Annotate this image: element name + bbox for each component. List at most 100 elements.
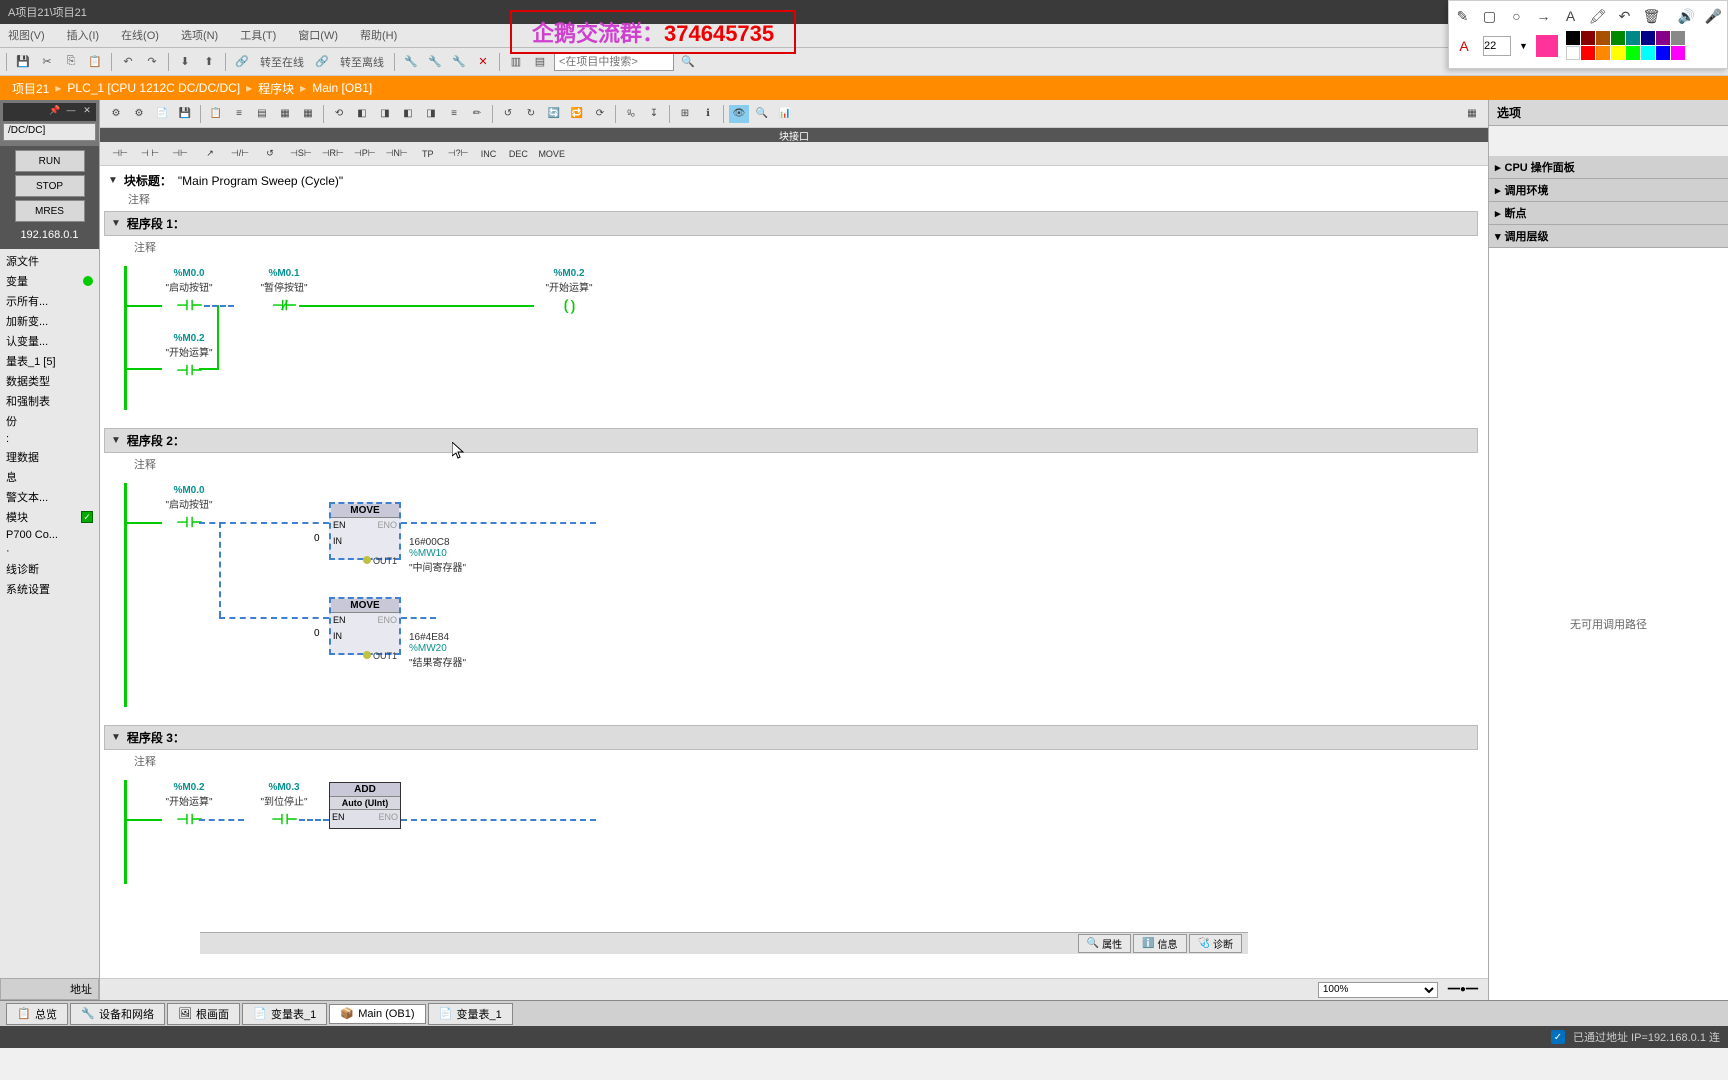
tree-item[interactable]: P700 Co... (2, 527, 97, 543)
bottom-tab[interactable]: 📄变量表_1 (428, 1003, 513, 1025)
tool-icon[interactable]: ▦ (298, 105, 318, 123)
tree-item[interactable]: 系统设置 (2, 579, 97, 599)
collapse-icon[interactable]: ▼ (111, 732, 121, 743)
bottom-tab[interactable]: 📋总览 (6, 1003, 68, 1025)
stop-icon[interactable]: ✕ (473, 52, 493, 72)
tree-item[interactable]: 加新变... (2, 311, 97, 331)
menu-item[interactable]: 在线(O) (117, 27, 163, 44)
text-icon[interactable]: A (1561, 5, 1580, 27)
lad-element-button[interactable]: ↗ (198, 145, 222, 163)
menu-item[interactable]: 视图(V) (4, 27, 49, 44)
menu-item[interactable]: 窗口(W) (294, 27, 342, 44)
close-icon[interactable]: ✕ (80, 105, 94, 119)
bottom-tab[interactable]: 🖼根画面 (167, 1003, 240, 1025)
breadcrumb-item[interactable]: 项目21 (12, 80, 49, 97)
inspector-tab[interactable]: 🔍属性 (1078, 934, 1131, 953)
color-pink[interactable] (1671, 46, 1685, 60)
inspector-tab[interactable]: 🩺诊断 (1189, 934, 1242, 953)
lad-element-button[interactable]: ⊣⊢ (108, 145, 132, 163)
tree-item[interactable]: 和强制表 (2, 391, 97, 411)
bottom-tab[interactable]: 🔧设备和网络 (70, 1003, 165, 1025)
rp-section-breakpoints[interactable]: ▸断点 (1489, 202, 1728, 225)
mic-icon[interactable]: 🎤 (1704, 5, 1723, 27)
tree-item[interactable]: 数据类型 (2, 371, 97, 391)
tool-icon[interactable]: ᵍₒ (621, 105, 641, 123)
contact-no[interactable]: %M0.0 "启动按钮" ⊣ ⊢ (139, 485, 239, 531)
tree-item[interactable]: 量表_1 [5] (2, 351, 97, 371)
zoom-select[interactable]: 100% (1318, 982, 1438, 998)
color-dkorg[interactable] (1596, 31, 1610, 45)
tool-icon[interactable]: ↧ (644, 105, 664, 123)
lad-element-button[interactable]: INC (476, 145, 500, 163)
search-icon[interactable]: 🔍 (678, 52, 698, 72)
contact-nc[interactable]: %M0.1 "暂停按钮" ⊣∕⊢ (234, 268, 334, 314)
move-block-2[interactable]: MOVE EN ENO IN OUT1 (329, 597, 401, 655)
tree-item[interactable]: 份 (2, 411, 97, 431)
tool-icon[interactable]: ≡ (229, 105, 249, 123)
split-icon[interactable]: ▤ (530, 52, 550, 72)
download-icon[interactable]: ⬇ (175, 52, 195, 72)
cut-icon[interactable]: ✂ (37, 52, 57, 72)
split-icon[interactable]: ▥ (506, 52, 526, 72)
lad-element-button[interactable]: MOVE (536, 145, 567, 163)
undo-icon[interactable]: ↶ (1615, 5, 1634, 27)
collapse-icon[interactable]: ▼ (111, 435, 121, 446)
tree-item[interactable]: 认变量... (2, 331, 97, 351)
run-button[interactable]: RUN (15, 150, 85, 172)
move-block-1[interactable]: MOVE EN ENO IN OUT1 (329, 502, 401, 560)
bottom-tab[interactable]: 📄变量表_1 (242, 1003, 327, 1025)
highlighter-icon[interactable]: 🖍 (1588, 5, 1607, 27)
network-header[interactable]: ▼ 程序段 1： (104, 211, 1478, 236)
collapse-icon[interactable]: ▼ (111, 218, 121, 229)
undo-icon[interactable]: ↶ (118, 52, 138, 72)
lad-element-button[interactable]: ⊣R⊢ (320, 145, 346, 163)
collapse-icon[interactable]: ▼ (108, 175, 118, 186)
tool-icon[interactable]: 🔄 (544, 105, 564, 123)
tree-item[interactable]: 模块✓ (2, 507, 97, 527)
pencil-icon[interactable]: ✎ (1453, 5, 1472, 27)
speaker-icon[interactable]: 🔊 (1677, 5, 1696, 27)
color-purp[interactable] (1656, 31, 1670, 45)
tool-icon[interactable]: ◧ (398, 105, 418, 123)
save-icon[interactable]: 💾 (13, 52, 33, 72)
breadcrumb-item[interactable]: Main [OB1] (312, 81, 372, 95)
dropdown-icon[interactable]: ▼ (1519, 41, 1528, 51)
menu-item[interactable]: 插入(I) (63, 27, 103, 44)
bottom-tab[interactable]: 📦Main (OB1) (329, 1004, 425, 1024)
arrow-icon[interactable]: → (1534, 5, 1553, 27)
menu-item[interactable]: 帮助(H) (356, 27, 401, 44)
lad-element-button[interactable]: ⊣/⊢ (228, 145, 252, 163)
tool-icon[interactable]: 🔍 (752, 105, 772, 123)
lad-element-button[interactable]: ⊣ ⊢ (138, 145, 162, 163)
tool-icon[interactable]: ◧ (352, 105, 372, 123)
tree-item[interactable]: 线诊断 (2, 559, 97, 579)
tool-icon[interactable]: ⚙ (106, 105, 126, 123)
tool-icon[interactable]: ⟲ (329, 105, 349, 123)
block-comment[interactable]: 注释 (104, 191, 1478, 207)
tree-item[interactable]: : (2, 431, 97, 447)
tool-icon[interactable]: 📄 (152, 105, 172, 123)
menu-item[interactable]: 选项(N) (177, 27, 222, 44)
color-blue[interactable] (1656, 46, 1670, 60)
block-interface-bar[interactable]: 块接口 (100, 128, 1488, 142)
tree-item[interactable]: 理数据 (2, 447, 97, 467)
delete-icon[interactable]: 🗑 (1642, 5, 1661, 27)
coil[interactable]: %M0.2 "开始运算" ⟮ ⟯ (519, 268, 619, 314)
tool-icon[interactable]: ↺ (498, 105, 518, 123)
tool-icon[interactable]: ▤ (252, 105, 272, 123)
rp-section-env[interactable]: ▸调用环境 (1489, 179, 1728, 202)
tool-icon[interactable]: ≡ (444, 105, 464, 123)
tool-icon[interactable]: 📋 (206, 105, 226, 123)
tool-icon[interactable]: ▦ (1462, 105, 1482, 123)
color-orange[interactable] (1596, 46, 1610, 60)
network-header[interactable]: ▼ 程序段 3： (104, 725, 1478, 750)
text-color-icon[interactable]: A (1453, 35, 1475, 57)
mres-button[interactable]: MRES (15, 200, 85, 222)
redo-icon[interactable]: ↷ (142, 52, 162, 72)
tool-icon[interactable]: 💾 (175, 105, 195, 123)
lad-element-button[interactable]: ⊣P⊢ (352, 145, 378, 163)
tree-item[interactable]: 警文本... (2, 487, 97, 507)
tree-item[interactable]: 源文件 (2, 251, 97, 271)
color-yellow[interactable] (1611, 46, 1625, 60)
primary-color-swatch[interactable] (1536, 35, 1558, 57)
